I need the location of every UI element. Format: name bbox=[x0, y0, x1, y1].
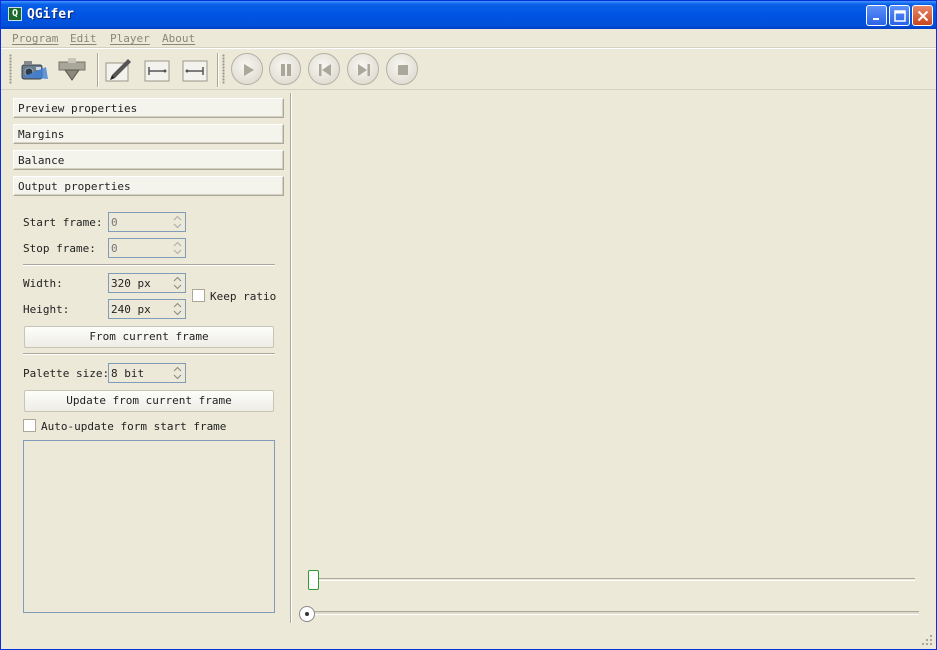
preview-area bbox=[293, 93, 933, 563]
chevron-down-icon bbox=[173, 223, 182, 229]
chevron-up-icon bbox=[173, 215, 182, 221]
start-frame-label: Start frame: bbox=[23, 216, 103, 229]
start-frame-value: 0 bbox=[111, 216, 118, 229]
stop-frame-label: Stop frame: bbox=[23, 242, 96, 255]
play-icon bbox=[244, 64, 254, 76]
edit-button[interactable] bbox=[102, 53, 134, 85]
minimize-icon bbox=[873, 18, 879, 20]
width-value: 320 px bbox=[111, 277, 151, 290]
chevron-down-icon bbox=[173, 249, 182, 255]
menu-bar: Program Edit Player About bbox=[1, 29, 936, 48]
section-divider bbox=[23, 264, 275, 266]
width-spinbox[interactable]: 320 px bbox=[108, 273, 186, 293]
palette-size-spinbox[interactable]: 8 bit bbox=[108, 363, 186, 383]
chevron-down-icon bbox=[173, 374, 182, 380]
toolbar-grip[interactable] bbox=[9, 54, 12, 84]
width-label: Width: bbox=[23, 277, 63, 290]
skip-back-button[interactable] bbox=[308, 53, 340, 85]
close-button[interactable] bbox=[912, 5, 933, 26]
palette-preview-box bbox=[23, 440, 275, 613]
section-balance[interactable]: Balance bbox=[13, 150, 284, 170]
keep-ratio-checkbox[interactable] bbox=[192, 289, 205, 302]
spin-arrows[interactable] bbox=[171, 240, 184, 256]
pause-button[interactable] bbox=[269, 53, 301, 85]
toolbar-separator bbox=[97, 53, 99, 87]
position-slider-handle[interactable] bbox=[308, 570, 319, 590]
menu-about[interactable]: About bbox=[162, 32, 195, 45]
resize-grip-icon[interactable] bbox=[921, 634, 933, 646]
auto-update-checkbox[interactable] bbox=[23, 419, 36, 432]
keep-ratio-label[interactable]: Keep ratio bbox=[210, 290, 276, 303]
edit-icon bbox=[105, 59, 131, 82]
start-frame-spinbox[interactable]: 0 bbox=[108, 212, 186, 232]
skip-forward-button[interactable] bbox=[347, 53, 379, 85]
chevron-up-icon bbox=[173, 241, 182, 247]
skip-forward-icon bbox=[358, 64, 370, 76]
section-preview-properties[interactable]: Preview properties bbox=[13, 98, 284, 118]
main-window: Q QGifer Program Edit Player About Previ… bbox=[0, 0, 937, 650]
toolbar-grip[interactable] bbox=[222, 54, 225, 84]
minimize-button[interactable] bbox=[866, 5, 887, 26]
auto-update-label[interactable]: Auto-update form start frame bbox=[41, 420, 226, 433]
menu-player[interactable]: Player bbox=[110, 32, 150, 45]
stop-frame-spinbox[interactable]: 0 bbox=[108, 238, 186, 258]
play-button[interactable] bbox=[231, 53, 263, 85]
height-value: 240 px bbox=[111, 303, 151, 316]
skip-back-icon bbox=[319, 64, 331, 76]
from-current-frame-button[interactable]: From current frame bbox=[24, 326, 274, 348]
title-bar[interactable]: Q QGifer bbox=[1, 1, 936, 29]
seek-slider-groove[interactable] bbox=[301, 611, 919, 615]
maximize-icon bbox=[894, 10, 906, 22]
update-from-current-frame-button[interactable]: Update from current frame bbox=[24, 390, 274, 412]
chevron-down-icon bbox=[173, 284, 182, 290]
toolbar bbox=[1, 48, 936, 90]
set-end-frame-button[interactable] bbox=[179, 53, 211, 85]
save-gif-button[interactable] bbox=[56, 53, 88, 85]
height-spinbox[interactable]: 240 px bbox=[108, 299, 186, 319]
maximize-button[interactable] bbox=[889, 5, 910, 26]
spin-arrows[interactable] bbox=[171, 214, 184, 230]
chevron-up-icon bbox=[173, 366, 182, 372]
spin-arrows[interactable] bbox=[171, 275, 184, 291]
close-icon bbox=[917, 10, 929, 22]
save-gif-icon bbox=[58, 58, 86, 81]
chevron-up-icon bbox=[173, 276, 182, 282]
set-start-frame-button[interactable] bbox=[141, 53, 173, 85]
set-start-icon bbox=[144, 60, 170, 82]
section-margins[interactable]: Margins bbox=[13, 124, 284, 144]
chevron-down-icon bbox=[173, 310, 182, 316]
palette-size-value: 8 bit bbox=[111, 367, 145, 380]
stop-button[interactable] bbox=[386, 53, 418, 85]
window-title: QGifer bbox=[27, 7, 74, 22]
set-end-icon bbox=[182, 60, 208, 82]
open-video-icon bbox=[21, 61, 48, 80]
spin-arrows[interactable] bbox=[171, 365, 184, 381]
section-output-properties[interactable]: Output properties bbox=[13, 176, 284, 196]
position-slider-groove[interactable] bbox=[313, 578, 915, 581]
stop-icon bbox=[398, 65, 408, 75]
open-video-button[interactable] bbox=[18, 53, 50, 85]
seek-slider-handle[interactable] bbox=[299, 606, 315, 622]
toolbar-separator bbox=[217, 53, 219, 87]
section-divider bbox=[23, 353, 275, 355]
panel-splitter[interactable] bbox=[290, 93, 292, 623]
height-label: Height: bbox=[23, 303, 70, 316]
palette-size-label: Palette size: bbox=[23, 367, 110, 380]
chevron-up-icon bbox=[173, 302, 182, 308]
pause-icon bbox=[281, 64, 291, 76]
menu-edit[interactable]: Edit bbox=[70, 32, 97, 45]
qgifer-app-icon: Q bbox=[8, 7, 22, 21]
spin-arrows[interactable] bbox=[171, 301, 184, 317]
menu-program[interactable]: Program bbox=[12, 32, 58, 45]
stop-frame-value: 0 bbox=[111, 242, 118, 255]
